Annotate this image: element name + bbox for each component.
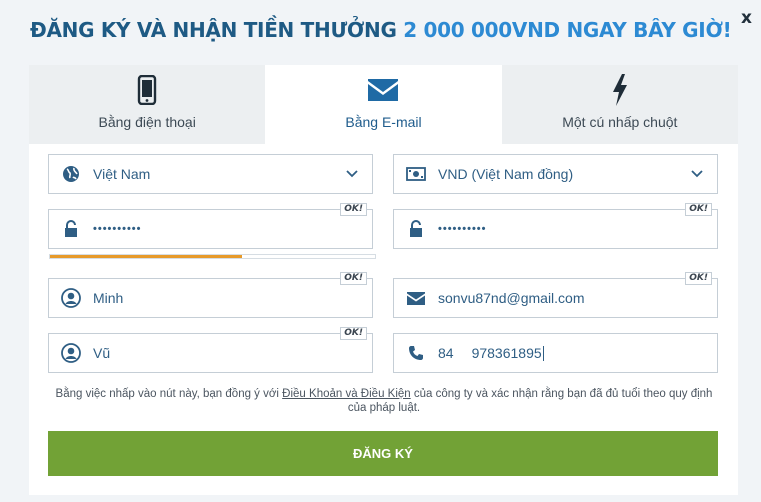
tab-email-label: Bằng E-mail bbox=[345, 114, 422, 130]
ok-badge: OK! bbox=[340, 272, 367, 285]
password-confirm-value: •••••••••• bbox=[438, 223, 487, 235]
email-value: sonvu87nd@gmail.com bbox=[438, 290, 585, 306]
close-button[interactable]: x bbox=[741, 8, 752, 28]
lightning-icon bbox=[611, 72, 629, 108]
tab-phone[interactable]: Bằng điện thoại bbox=[29, 65, 265, 144]
chevron-down-icon bbox=[332, 170, 372, 178]
last-name-field[interactable]: Vũ OK! bbox=[48, 327, 373, 373]
user-icon bbox=[49, 343, 93, 363]
chevron-down-icon bbox=[677, 170, 717, 178]
last-name-value: Vũ bbox=[93, 345, 111, 361]
country-select[interactable]: Việt Nam bbox=[48, 154, 373, 194]
unlock-icon bbox=[394, 220, 438, 238]
phone-field[interactable]: 84 978361895 bbox=[393, 333, 718, 373]
ok-badge: OK! bbox=[340, 327, 367, 340]
title-text: ĐĂNG KÝ VÀ NHẬN TIỀN THƯỞNG bbox=[30, 18, 397, 42]
title-bonus-highlight: 2 000 000VND NGAY BÂY GIỜ! bbox=[403, 18, 732, 42]
registration-tabs: Bằng điện thoại Bằng E-mail Một cú nhấp … bbox=[29, 65, 738, 144]
register-button[interactable]: ĐĂNG KÝ bbox=[48, 431, 718, 476]
phone-icon bbox=[137, 72, 157, 108]
currency-value: VND (Việt Nam đồng) bbox=[438, 166, 574, 182]
password-value: •••••••••• bbox=[93, 223, 142, 235]
envelope-icon bbox=[394, 291, 438, 305]
phone-handset-icon bbox=[394, 345, 438, 361]
page-title: ĐĂNG KÝ VÀ NHẬN TIỀN THƯỞNG 2 000 000VND… bbox=[30, 18, 732, 42]
phone-number-value: 978361895 bbox=[471, 345, 542, 361]
globe-icon bbox=[49, 165, 93, 183]
email-field[interactable]: sonvu87nd@gmail.com OK! bbox=[393, 272, 718, 318]
terms-link[interactable]: Điều Khoản và Điều Kiện bbox=[282, 388, 411, 400]
unlock-icon bbox=[49, 220, 93, 238]
country-value: Việt Nam bbox=[93, 166, 151, 182]
currency-select[interactable]: VND (Việt Nam đồng) bbox=[393, 154, 718, 194]
ok-badge: OK! bbox=[340, 203, 367, 216]
password-strength-bar bbox=[49, 254, 376, 259]
tab-phone-label: Bằng điện thoại bbox=[98, 114, 196, 130]
user-icon bbox=[49, 288, 93, 308]
password-strength-fill bbox=[50, 255, 242, 258]
envelope-icon bbox=[367, 72, 399, 108]
first-name-value: Minh bbox=[93, 290, 124, 306]
password-confirm-field[interactable]: •••••••••• OK! bbox=[393, 203, 718, 249]
banknote-icon bbox=[394, 167, 438, 181]
tab-one-click[interactable]: Một cú nhấp chuột bbox=[502, 65, 738, 144]
terms-text-before: Bằng việc nhấp vào nút này, bạn đồng ý v… bbox=[55, 388, 283, 400]
terms-notice: Bằng việc nhấp vào nút này, bạn đồng ý v… bbox=[50, 387, 718, 415]
ok-badge: OK! bbox=[685, 272, 712, 285]
tab-email[interactable]: Bằng E-mail bbox=[265, 65, 502, 144]
tab-one-click-label: Một cú nhấp chuột bbox=[562, 114, 678, 130]
phone-country-code: 84 bbox=[438, 345, 454, 361]
ok-badge: OK! bbox=[685, 203, 712, 216]
first-name-field[interactable]: Minh OK! bbox=[48, 272, 373, 318]
password-field[interactable]: •••••••••• OK! bbox=[48, 203, 373, 249]
text-cursor bbox=[542, 346, 544, 361]
